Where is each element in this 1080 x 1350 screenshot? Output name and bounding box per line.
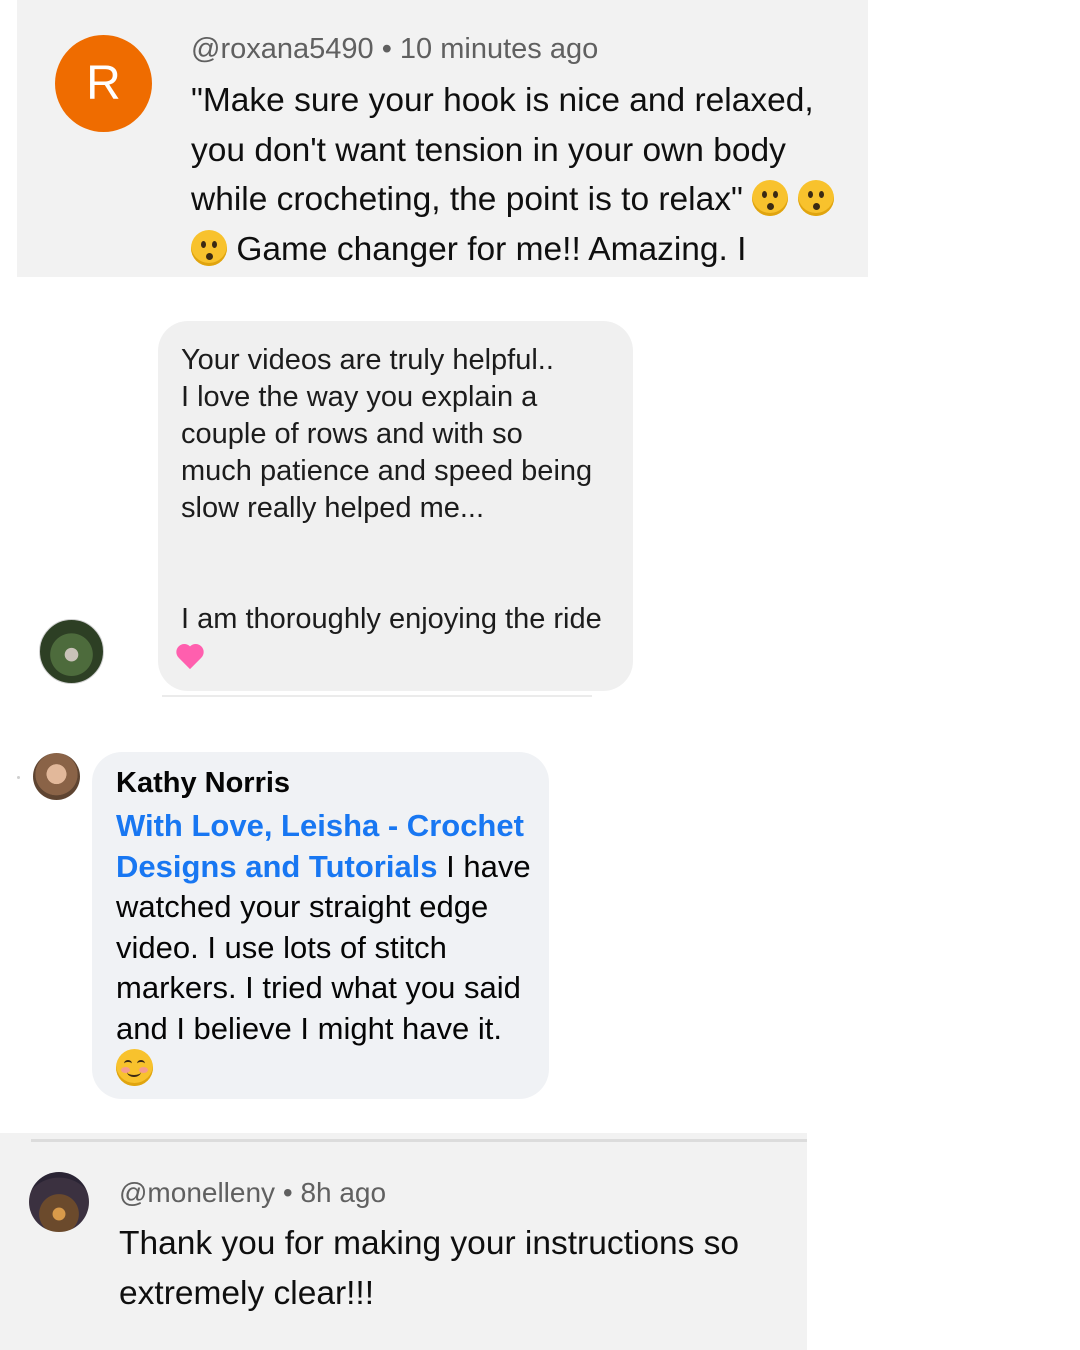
- divider: [31, 1139, 807, 1142]
- comment-text: With Love, Leisha - Crochet Designs and …: [116, 806, 536, 1090]
- message-line: slow really helped me...: [181, 492, 485, 524]
- two-hearts-icon: [181, 639, 215, 669]
- smiling-face-icon: [116, 1049, 153, 1086]
- comment-author[interactable]: Kathy Norris: [116, 767, 290, 800]
- hushed-face-icon: [797, 180, 834, 216]
- comment-card-roxana: R @roxana5490 • 10 minutes ago "Make sur…: [17, 0, 868, 277]
- comment-text: Thank you for making your instructions s…: [119, 1225, 740, 1312]
- avatar[interactable]: [39, 619, 104, 684]
- message-text: Your videos are truly helpful.. I love t…: [181, 342, 621, 675]
- meta-separator: •: [381, 33, 392, 65]
- comment-bubble: Kathy Norris With Love, Leisha - Crochet…: [92, 752, 549, 1099]
- hushed-face-icon: [752, 180, 789, 216]
- message-line: I love the way you explain a: [181, 381, 538, 413]
- divider: [162, 695, 592, 697]
- comment-card-monelleny: @monelleny • 8h ago Thank you for making…: [0, 1133, 807, 1350]
- comment-timestamp: 8h ago: [300, 1177, 387, 1208]
- comment-meta: @roxana5490 • 10 minutes ago: [191, 33, 598, 66]
- comment-text: "Make sure your hook is nice and relaxed…: [191, 76, 851, 274]
- avatar[interactable]: [29, 1172, 89, 1232]
- comment-text-continued: Game changer for me!! Amazing. I: [236, 230, 747, 268]
- meta-separator: •: [282, 1177, 293, 1208]
- message-line: much patience and speed being: [181, 455, 593, 487]
- message-line: Your videos are truly helpful..: [181, 344, 554, 376]
- hushed-face-icon: [191, 229, 227, 266]
- comment-text-quote: "Make sure your hook is nice and relaxed…: [191, 82, 814, 218]
- comment-author-handle[interactable]: @roxana5490: [191, 33, 374, 65]
- thread-dot: [17, 776, 20, 779]
- message-line: couple of rows and with so: [181, 418, 523, 450]
- comment-timestamp: 10 minutes ago: [399, 33, 599, 65]
- message-bubble: Your videos are truly helpful.. I love t…: [158, 321, 633, 691]
- comment-meta: @monelleny • 8h ago: [119, 1177, 386, 1209]
- message-line: I am thoroughly enjoying the ride: [181, 603, 602, 635]
- avatar[interactable]: [33, 753, 80, 800]
- avatar[interactable]: R: [55, 35, 152, 132]
- comment-author-handle[interactable]: @monelleny: [119, 1177, 275, 1208]
